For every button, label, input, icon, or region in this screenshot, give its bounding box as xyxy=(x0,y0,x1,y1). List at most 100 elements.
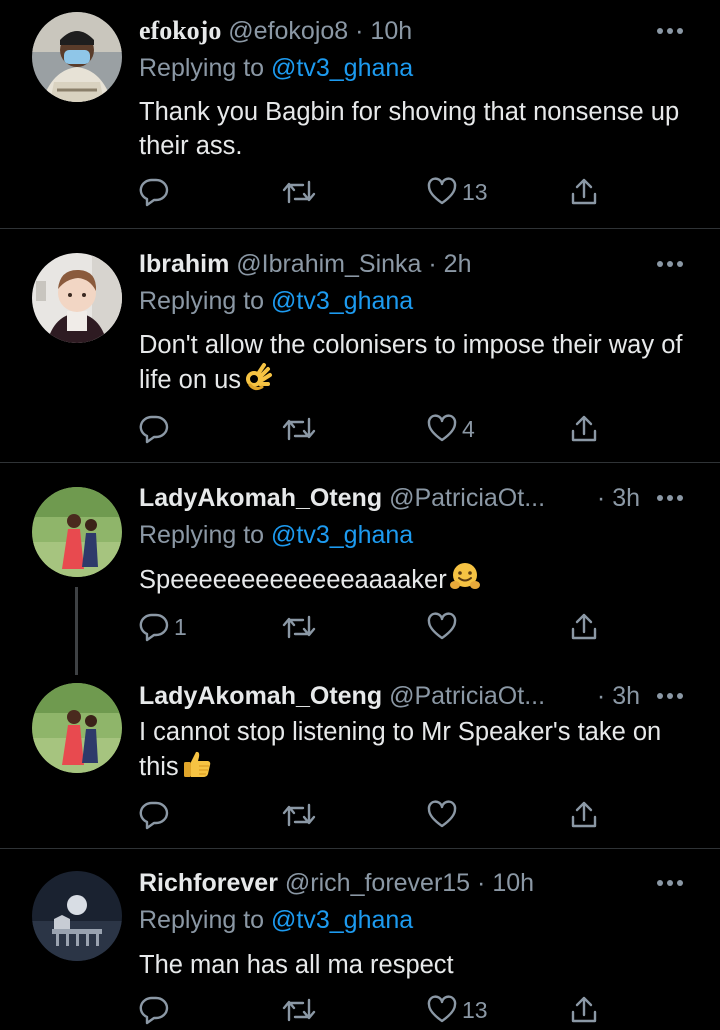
replying-to-label: Replying to xyxy=(139,906,265,934)
heart-icon xyxy=(426,799,458,831)
user-handle[interactable]: @efokojo8 xyxy=(228,17,348,45)
reply-button[interactable]: 1 xyxy=(138,607,187,647)
like-count: 4 xyxy=(462,415,475,442)
like-button[interactable]: 4 xyxy=(426,409,475,449)
more-options-icon[interactable] xyxy=(652,25,688,37)
reply-icon xyxy=(138,413,170,445)
tweet-actions: 1 xyxy=(0,607,720,647)
retweet-button[interactable] xyxy=(281,409,317,449)
replying-to-mention[interactable]: @tv3_ghana xyxy=(271,521,413,549)
separator-dot: · xyxy=(596,484,606,512)
replying-to: Replying to @tv3_ghana xyxy=(139,518,413,552)
replying-to: Replying to @tv3_ghana xyxy=(139,284,413,318)
more-options-icon[interactable] xyxy=(652,877,688,889)
like-button[interactable]: 13 xyxy=(426,172,488,212)
like-count: 13 xyxy=(462,996,488,1023)
tweet-ladyakomah-1[interactable]: LadyAkomah_Oteng @PatriciaOt... · 3h Rep… xyxy=(0,463,720,675)
like-button[interactable]: 13 xyxy=(426,990,488,1030)
ok-hand-emoji-icon xyxy=(243,362,273,401)
avatar[interactable] xyxy=(32,253,122,343)
tweet-text: Thank you Bagbin for shoving that nonsen… xyxy=(139,98,680,160)
avatar[interactable] xyxy=(32,487,122,577)
tweet-time[interactable]: 3h xyxy=(612,682,640,710)
share-icon xyxy=(568,413,600,445)
tweet-actions: 4 xyxy=(0,409,720,449)
tweet-richforever[interactable]: Richforever @rich_forever15 · 10h Replyi… xyxy=(0,849,720,1030)
replying-to-mention[interactable]: @tv3_ghana xyxy=(271,287,413,315)
tweet-text: I cannot stop listening to Mr Speaker's … xyxy=(139,715,699,788)
reply-count: 1 xyxy=(174,613,187,640)
user-handle[interactable]: @PatriciaOt... xyxy=(389,484,545,512)
separator-dot: · xyxy=(596,682,606,710)
reply-button[interactable] xyxy=(138,990,174,1030)
heart-icon xyxy=(426,611,458,643)
heart-icon xyxy=(426,413,458,445)
like-button[interactable] xyxy=(426,607,462,647)
avatar[interactable] xyxy=(32,871,122,961)
retweet-button[interactable] xyxy=(281,172,317,212)
retweet-button[interactable] xyxy=(281,607,317,647)
replying-to-mention[interactable]: @tv3_ghana xyxy=(271,906,413,934)
tweet-text: The man has all ma respect xyxy=(139,951,454,979)
tweet-efokojo[interactable]: efokojo @efokojo8 · 10h Replying to @tv3… xyxy=(0,0,720,228)
separator-dot: · xyxy=(477,869,486,897)
tweet-actions: 13 xyxy=(0,172,720,212)
more-options-icon[interactable] xyxy=(652,690,688,702)
user-handle[interactable]: @PatriciaOt... xyxy=(389,682,545,710)
thumbs-up-emoji-icon xyxy=(181,749,213,788)
display-name[interactable]: LadyAkomah_Oteng xyxy=(139,484,382,512)
tweet-time[interactable]: 2h xyxy=(444,250,472,278)
retweet-icon xyxy=(281,994,317,1026)
tweet-ibrahim[interactable]: Ibrahim @Ibrahim_Sinka · 2h Replying to … xyxy=(0,229,720,462)
tweet-text-content: I cannot stop listening to Mr Speaker's … xyxy=(139,718,662,782)
share-button[interactable] xyxy=(568,607,600,647)
user-handle[interactable]: @rich_forever15 xyxy=(285,869,470,897)
hugging-face-emoji-icon xyxy=(449,562,481,601)
retweet-icon xyxy=(281,799,317,831)
tweet-time[interactable]: 3h xyxy=(612,484,640,512)
reply-icon xyxy=(138,176,170,208)
user-handle[interactable]: @Ibrahim_Sinka xyxy=(236,250,421,278)
reply-button[interactable] xyxy=(138,409,174,449)
tweet-text-content: Don't allow the colonisers to impose the… xyxy=(139,331,683,395)
retweet-icon xyxy=(281,611,317,643)
display-name[interactable]: Ibrahim xyxy=(139,250,229,278)
tweet-ladyakomah-2[interactable]: LadyAkomah_Oteng @PatriciaOt... · 3h I c… xyxy=(0,663,720,848)
avatar[interactable] xyxy=(32,12,122,102)
share-button[interactable] xyxy=(568,795,600,835)
replying-to-label: Replying to xyxy=(139,54,265,82)
more-options-icon[interactable] xyxy=(652,492,688,504)
retweet-icon xyxy=(281,176,317,208)
display-name[interactable]: Richforever xyxy=(139,869,278,897)
tweet-header: efokojo @efokojo8 · 10h xyxy=(139,14,640,48)
like-button[interactable] xyxy=(426,795,462,835)
display-name[interactable]: LadyAkomah_Oteng xyxy=(139,682,382,710)
tweet-time[interactable]: 10h xyxy=(492,869,534,897)
more-options-icon[interactable] xyxy=(652,258,688,270)
display-name[interactable]: efokojo xyxy=(139,16,221,45)
reply-button[interactable] xyxy=(138,172,174,212)
separator-dot: · xyxy=(355,17,364,45)
heart-icon xyxy=(426,176,458,208)
share-icon xyxy=(568,176,600,208)
tweet-actions xyxy=(0,795,720,835)
replying-to: Replying to @tv3_ghana xyxy=(139,51,413,85)
reply-icon xyxy=(138,611,170,643)
tweet-text-content: Speeeeeeeeeeeeeaaaaker xyxy=(139,566,447,595)
replying-to-mention[interactable]: @tv3_ghana xyxy=(271,54,413,82)
tweet-time[interactable]: 10h xyxy=(370,17,412,45)
retweet-button[interactable] xyxy=(281,990,317,1030)
reply-button[interactable] xyxy=(138,795,174,835)
tweet-actions: 13 xyxy=(0,990,720,1030)
tweet-header: LadyAkomah_Oteng @PatriciaOt... · 3h xyxy=(139,481,640,515)
replying-to-label: Replying to xyxy=(139,287,265,315)
avatar[interactable] xyxy=(32,683,122,773)
share-button[interactable] xyxy=(568,409,600,449)
share-button[interactable] xyxy=(568,990,600,1030)
share-button[interactable] xyxy=(568,172,600,212)
retweet-button[interactable] xyxy=(281,795,317,835)
replying-to-label: Replying to xyxy=(139,521,265,549)
tweet-time-group: · 3h xyxy=(588,679,640,713)
separator-dot: · xyxy=(428,250,437,278)
share-icon xyxy=(568,799,600,831)
